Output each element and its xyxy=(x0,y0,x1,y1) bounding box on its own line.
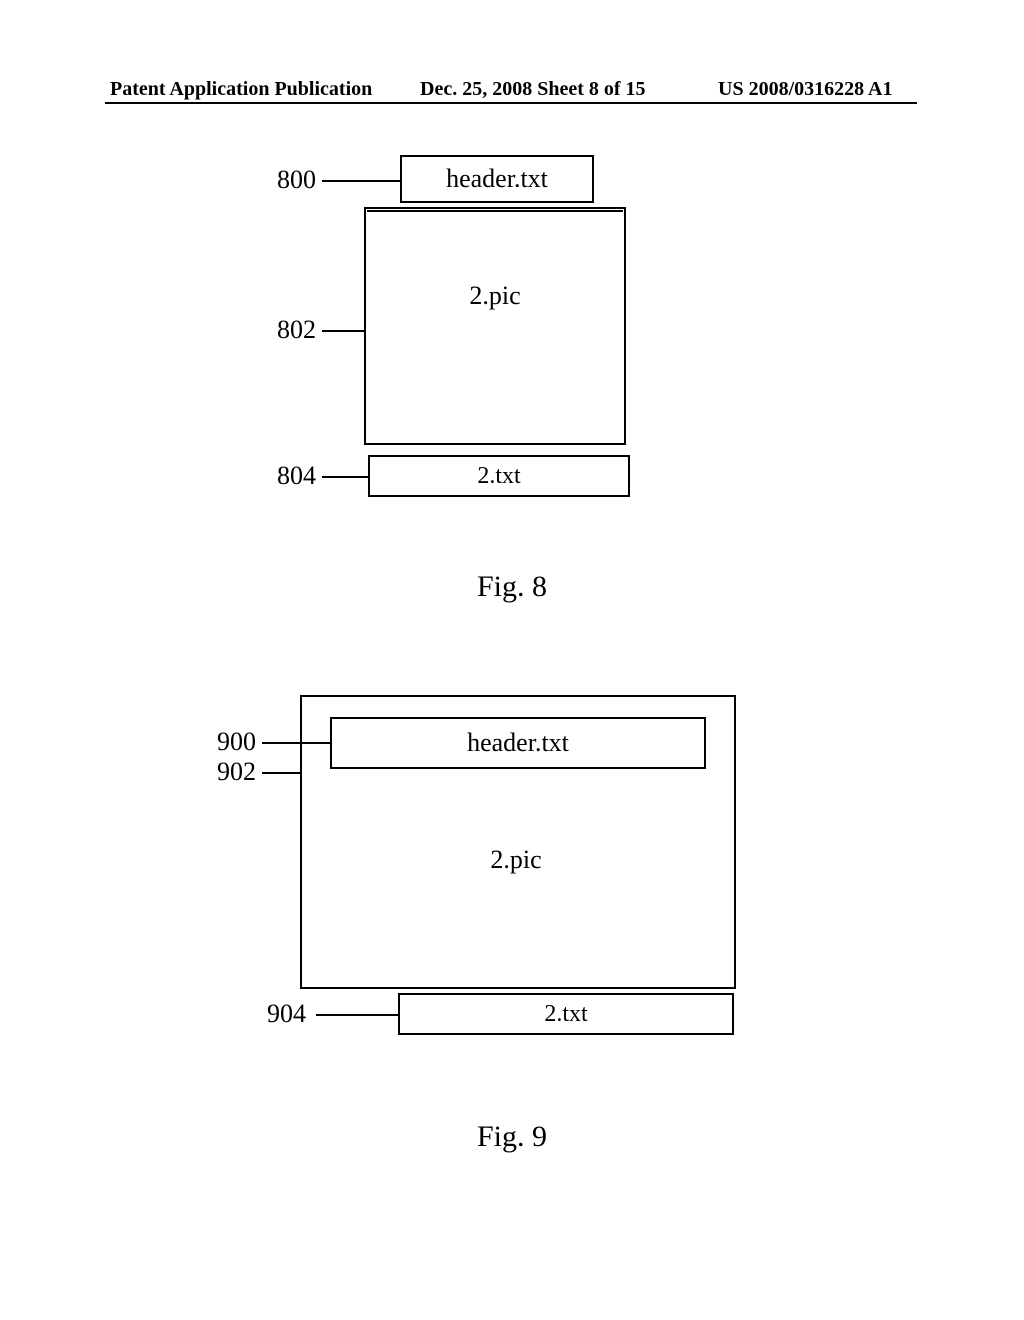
header-left: Patent Application Publication xyxy=(110,78,372,101)
fig8-pic-box: 2.pic xyxy=(364,207,626,445)
fig8-ref-800: 800 xyxy=(277,165,316,195)
fig9-ref-902: 902 xyxy=(217,757,256,787)
fig8-header-text: header.txt xyxy=(446,164,548,194)
fig9-caption: Fig. 9 xyxy=(0,1120,1024,1154)
header-center: Dec. 25, 2008 Sheet 8 of 15 xyxy=(420,78,646,101)
fig8-header-box: header.txt xyxy=(400,155,594,203)
fig9-header-box: header.txt xyxy=(330,717,706,769)
header-right: US 2008/0316228 A1 xyxy=(718,78,892,101)
fig9-txt-text: 2.txt xyxy=(544,1001,587,1028)
fig8-ref-804: 804 xyxy=(277,461,316,491)
figure-8: header.txt 2.pic 2.txt 800 802 804 xyxy=(0,155,1024,585)
header-rule xyxy=(105,102,917,104)
fig8-pic-inner-edge xyxy=(367,210,623,212)
fig9-pic-text: 2.pic xyxy=(300,845,732,875)
fig9-lead-902 xyxy=(262,772,300,774)
fig8-lead-804 xyxy=(322,476,368,478)
fig9-header-text: header.txt xyxy=(467,728,569,758)
fig8-caption: Fig. 8 xyxy=(0,570,1024,604)
fig9-lead-904 xyxy=(316,1014,398,1016)
fig8-txt-box: 2.txt xyxy=(368,455,630,497)
fig8-lead-802 xyxy=(322,330,364,332)
fig8-ref-802: 802 xyxy=(277,315,316,345)
fig8-lead-800 xyxy=(322,180,400,182)
figure-9: header.txt 2.pic 2.txt 900 902 904 xyxy=(0,695,1024,1095)
fig9-lead-900 xyxy=(262,742,330,744)
fig8-pic-text: 2.pic xyxy=(469,281,520,311)
fig9-ref-904: 904 xyxy=(267,999,306,1029)
fig9-ref-900: 900 xyxy=(217,727,256,757)
fig9-txt-box: 2.txt xyxy=(398,993,734,1035)
fig8-txt-text: 2.txt xyxy=(477,463,520,490)
